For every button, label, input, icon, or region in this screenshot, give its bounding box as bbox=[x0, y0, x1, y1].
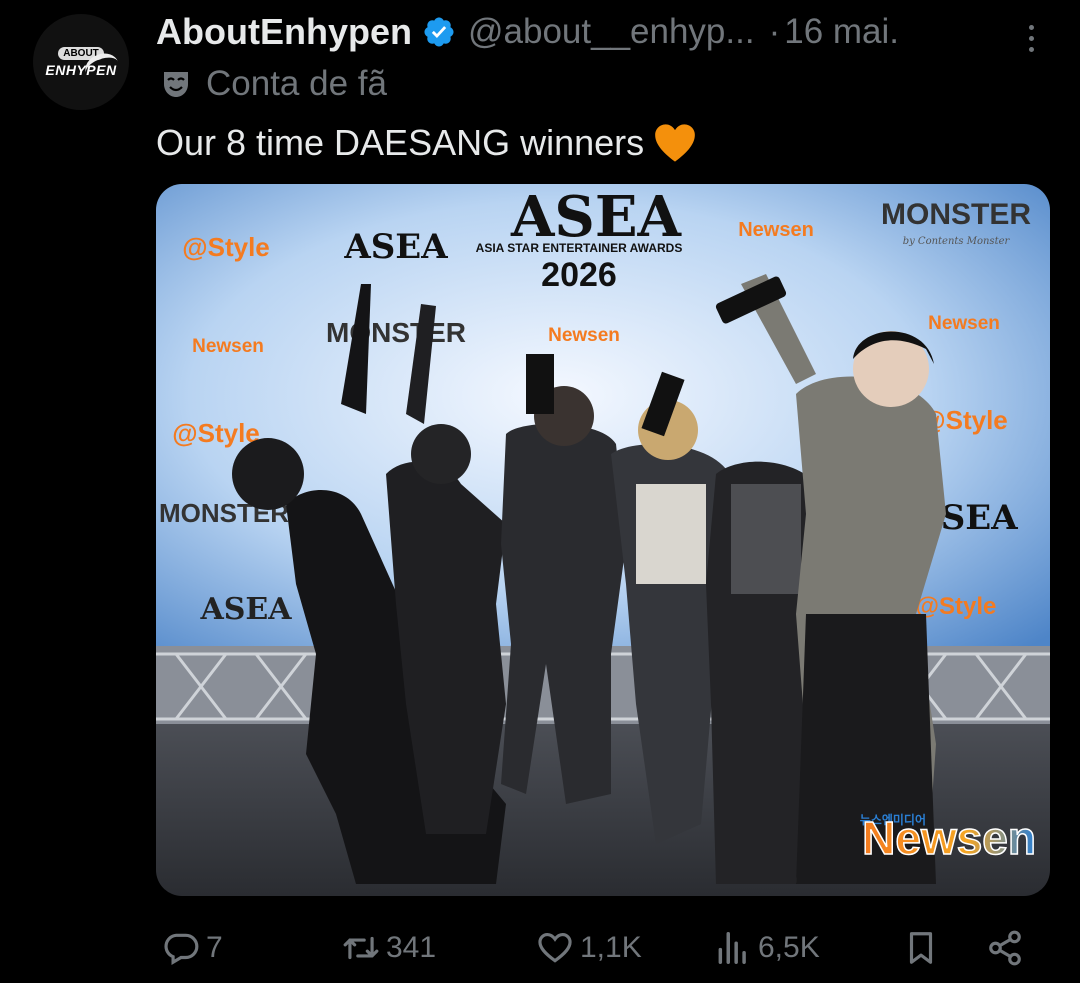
profile-avatar[interactable]: ABOUT ENHYPEN bbox=[33, 14, 129, 110]
theater-mask-icon bbox=[164, 72, 188, 97]
tweet-header: AboutEnhypen @about__enhyp... · 16 mai. bbox=[156, 10, 899, 54]
verified-badge-icon bbox=[424, 17, 454, 47]
backdrop-monster-1: MONSTER bbox=[881, 198, 1031, 231]
backdrop-asea-3: ASEA bbox=[199, 592, 292, 627]
backdrop-asea-1: ASEA bbox=[343, 227, 448, 267]
share-icon bbox=[989, 930, 1021, 966]
more-options-icon[interactable] bbox=[1016, 16, 1046, 60]
post-date[interactable]: 16 mai. bbox=[784, 12, 899, 52]
views-button[interactable]: 6,5K bbox=[714, 918, 820, 978]
like-icon bbox=[538, 932, 572, 963]
tweet-body: Our 8 time DAESANG winners bbox=[156, 118, 696, 168]
reply-count: 7 bbox=[206, 931, 223, 964]
member-graphic-tee bbox=[731, 484, 801, 594]
like-count: 1,1K bbox=[580, 931, 642, 964]
retweet-icon bbox=[343, 936, 379, 960]
bookmark-icon bbox=[909, 932, 933, 964]
member-shirt bbox=[636, 484, 706, 584]
award-photo: ASEA ASIA STAR ENTERTAINER AWARDS 2026 A… bbox=[156, 184, 1050, 896]
post-image[interactable]: ASEA ASIA STAR ENTERTAINER AWARDS 2026 A… bbox=[156, 184, 1050, 896]
fan-account-label: Conta de fã bbox=[160, 62, 387, 106]
retweet-count: 341 bbox=[386, 931, 437, 964]
share-button[interactable] bbox=[986, 918, 1024, 978]
event-name: ASIA STAR ENTERTAINER AWARDS bbox=[476, 241, 683, 255]
orange-heart-emoji bbox=[655, 124, 695, 162]
header-separator: · bbox=[768, 12, 781, 51]
views-icon bbox=[718, 932, 746, 964]
backdrop-style-2: @Style bbox=[172, 418, 260, 448]
watermark-newsen: Newsen bbox=[862, 812, 1036, 864]
backdrop-style-4: @Style bbox=[916, 593, 997, 620]
backdrop-newsen-3: Newsen bbox=[548, 325, 620, 346]
event-year: 2026 bbox=[541, 256, 617, 294]
bookmark-button[interactable] bbox=[902, 918, 940, 978]
backdrop-monster-sub-1: by Contents Monster bbox=[903, 236, 1011, 247]
retweet-button[interactable]: 341 bbox=[342, 918, 436, 978]
tweet[interactable]: ABOUT ENHYPEN AboutEnhypen @about__enhyp… bbox=[0, 0, 1080, 983]
backdrop-style-1: @Style bbox=[182, 232, 270, 262]
tweet-text: Our 8 time DAESANG winners bbox=[156, 122, 645, 163]
author-name[interactable]: AboutEnhypen bbox=[156, 11, 412, 53]
backdrop-newsen-1: Newsen bbox=[738, 219, 814, 241]
reply-button[interactable]: 7 bbox=[162, 918, 223, 978]
views-count: 6,5K bbox=[758, 931, 820, 964]
backdrop-newsen-2: Newsen bbox=[192, 336, 264, 357]
like-button[interactable]: 1,1K bbox=[536, 918, 642, 978]
fan-account-text: Conta de fã bbox=[206, 64, 387, 103]
author-handle[interactable]: @about__enhyp... bbox=[468, 12, 755, 52]
reply-icon bbox=[164, 933, 199, 966]
trophy bbox=[526, 354, 554, 414]
action-bar: 7 341 1,1K 6,5K bbox=[156, 918, 1036, 978]
backdrop-monster-2: MONSTER bbox=[326, 317, 466, 348]
backdrop-newsen-4: Newsen bbox=[928, 313, 1000, 334]
